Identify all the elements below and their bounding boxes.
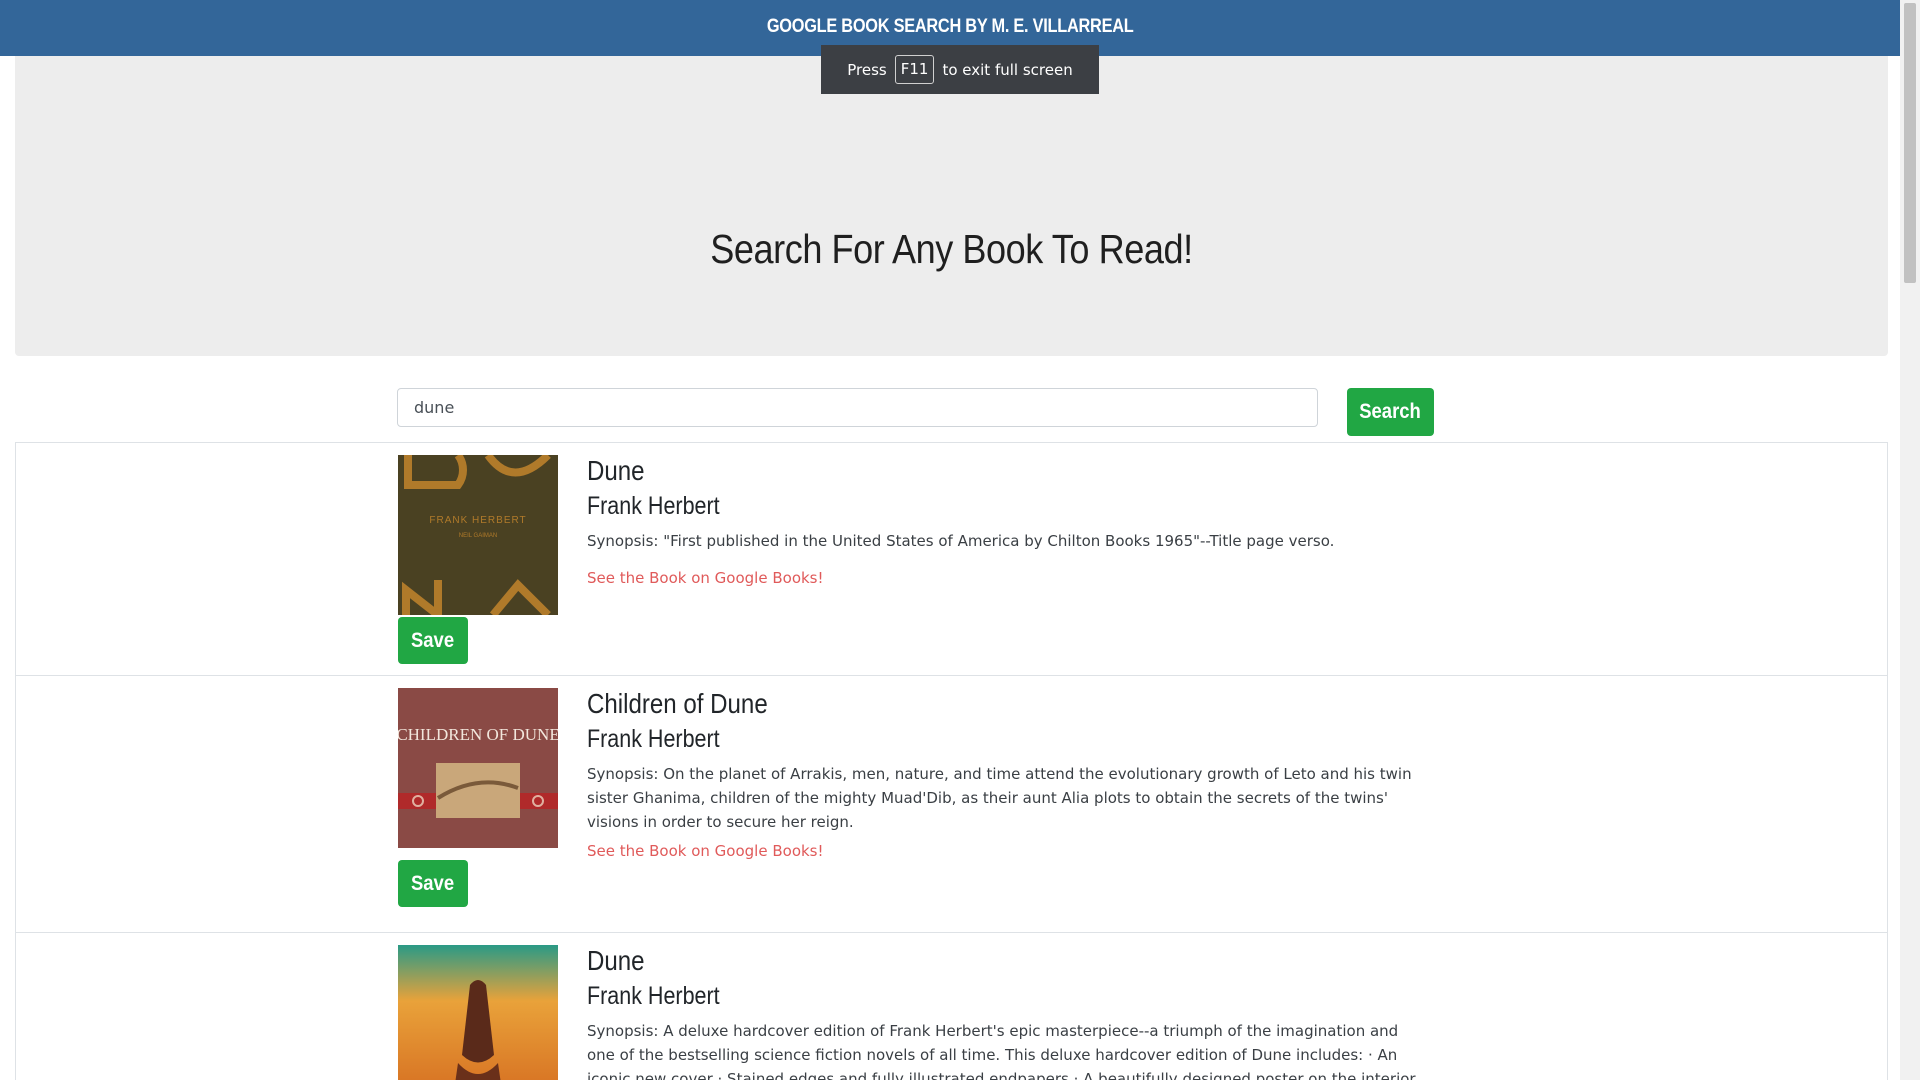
book-synopsis: Synopsis: A deluxe hardcover edition of … <box>587 1022 1416 1080</box>
book-title: Dune <box>587 945 645 976</box>
book-cover-image: FRANK HERBERT NEIL GAIMAN <box>398 455 558 615</box>
book-synopsis: Synopsis: "First published in the United… <box>587 532 1335 550</box>
cover-subtext: NEIL GAIMAN <box>459 533 497 539</box>
page-scrollbar[interactable] <box>1900 0 1920 1080</box>
result-item: FRANK HERBERT NEIL GAIMAN Save Dune Fran… <box>16 443 1887 676</box>
search-button[interactable]: Search <box>1347 388 1434 436</box>
book-author: Frank Herbert <box>587 982 720 1010</box>
f11-key-badge: F11 <box>894 55 935 84</box>
scrollbar-thumb[interactable] <box>1904 3 1916 283</box>
save-button[interactable]: Save <box>398 617 468 664</box>
result-item: CHILDREN OF DUNE Save Children of Dune F… <box>16 676 1887 933</box>
search-input[interactable] <box>397 388 1318 427</box>
results-list: FRANK HERBERT NEIL GAIMAN Save Dune Fran… <box>15 442 1888 1080</box>
book-author: Frank Herbert <box>587 492 720 520</box>
fullscreen-notice: Press F11 to exit full screen <box>821 45 1099 94</box>
result-item: Dune Frank Herbert Synopsis: A deluxe ha… <box>16 933 1887 1080</box>
google-books-link[interactable]: See the Book on Google Books! <box>587 842 824 860</box>
book-title: Children of Dune <box>587 688 768 719</box>
google-books-link[interactable]: See the Book on Google Books! <box>587 569 824 587</box>
fullscreen-press-label: Press <box>847 60 887 79</box>
hero-title: Search For Any Book To Read! <box>710 226 1193 272</box>
save-button-label: Save <box>411 628 455 652</box>
save-button[interactable]: Save <box>398 860 468 907</box>
book-synopsis: Synopsis: On the planet of Arrakis, men,… <box>587 765 1412 831</box>
navbar-brand[interactable]: GOOGLE BOOK SEARCH BY M. E. VILLARREAL <box>767 16 1134 38</box>
book-title: Dune <box>587 455 645 486</box>
search-button-label: Search <box>1359 400 1422 423</box>
cover-title-text: CHILDREN OF DUNE <box>398 725 558 744</box>
book-author: Frank Herbert <box>587 725 720 753</box>
hero-jumbotron: Search For Any Book To Read! <box>15 56 1888 356</box>
fullscreen-message: to exit full screen <box>942 60 1073 79</box>
cover-author-text: FRANK HERBERT <box>429 515 526 526</box>
book-cover-image <box>398 945 558 1080</box>
book-cover-image: CHILDREN OF DUNE <box>398 688 558 848</box>
save-button-label: Save <box>411 871 455 895</box>
